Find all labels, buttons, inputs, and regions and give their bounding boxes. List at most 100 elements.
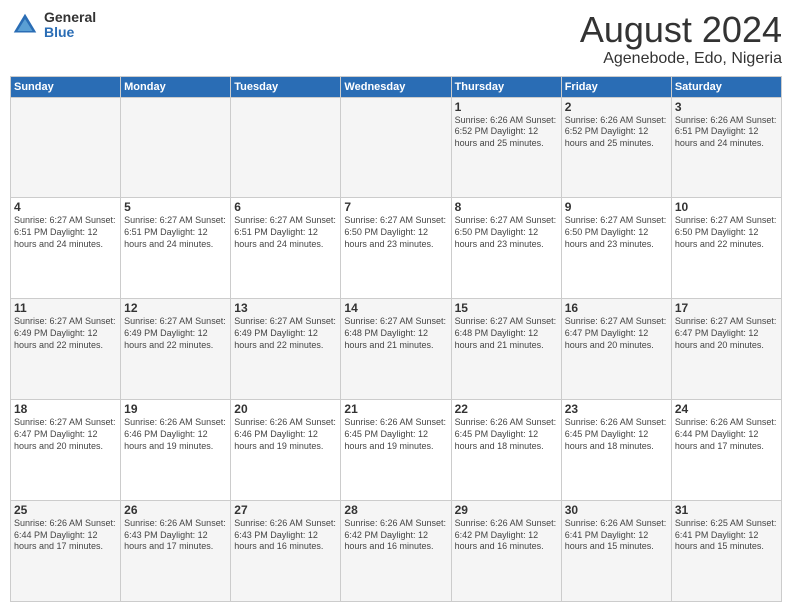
- day-number: 12: [124, 301, 227, 315]
- cell-info: Sunrise: 6:27 AM Sunset: 6:51 PM Dayligh…: [14, 215, 117, 250]
- cell-info: Sunrise: 6:27 AM Sunset: 6:48 PM Dayligh…: [455, 316, 558, 351]
- day-number: 22: [455, 402, 558, 416]
- cell-info: Sunrise: 6:26 AM Sunset: 6:44 PM Dayligh…: [14, 518, 117, 553]
- cell-info: Sunrise: 6:26 AM Sunset: 6:45 PM Dayligh…: [344, 417, 447, 452]
- day-number: 23: [565, 402, 668, 416]
- cell-info: Sunrise: 6:26 AM Sunset: 6:42 PM Dayligh…: [455, 518, 558, 553]
- cell-w2-d2: 13Sunrise: 6:27 AM Sunset: 6:49 PM Dayli…: [231, 299, 341, 400]
- week-row-1: 4Sunrise: 6:27 AM Sunset: 6:51 PM Daylig…: [11, 198, 782, 299]
- cell-w3-d5: 23Sunrise: 6:26 AM Sunset: 6:45 PM Dayli…: [561, 400, 671, 501]
- cell-info: Sunrise: 6:26 AM Sunset: 6:52 PM Dayligh…: [565, 115, 668, 150]
- day-number: 14: [344, 301, 447, 315]
- week-row-2: 11Sunrise: 6:27 AM Sunset: 6:49 PM Dayli…: [11, 299, 782, 400]
- cell-w0-d0: [11, 97, 121, 198]
- cell-w2-d4: 15Sunrise: 6:27 AM Sunset: 6:48 PM Dayli…: [451, 299, 561, 400]
- cell-w2-d6: 17Sunrise: 6:27 AM Sunset: 6:47 PM Dayli…: [671, 299, 781, 400]
- cell-w3-d3: 21Sunrise: 6:26 AM Sunset: 6:45 PM Dayli…: [341, 400, 451, 501]
- cell-w2-d5: 16Sunrise: 6:27 AM Sunset: 6:47 PM Dayli…: [561, 299, 671, 400]
- cell-w1-d5: 9Sunrise: 6:27 AM Sunset: 6:50 PM Daylig…: [561, 198, 671, 299]
- day-number: 26: [124, 503, 227, 517]
- logo-icon: [10, 10, 40, 40]
- week-row-3: 18Sunrise: 6:27 AM Sunset: 6:47 PM Dayli…: [11, 400, 782, 501]
- title-block: August 2024 Agenebode, Edo, Nigeria: [580, 10, 782, 68]
- logo-blue-text: Blue: [44, 25, 96, 40]
- cell-info: Sunrise: 6:27 AM Sunset: 6:51 PM Dayligh…: [124, 215, 227, 250]
- cell-info: Sunrise: 6:27 AM Sunset: 6:47 PM Dayligh…: [565, 316, 668, 351]
- cell-w4-d5: 30Sunrise: 6:26 AM Sunset: 6:41 PM Dayli…: [561, 501, 671, 602]
- cell-info: Sunrise: 6:26 AM Sunset: 6:42 PM Dayligh…: [344, 518, 447, 553]
- logo-general-text: General: [44, 10, 96, 25]
- week-row-0: 1Sunrise: 6:26 AM Sunset: 6:52 PM Daylig…: [11, 97, 782, 198]
- cell-info: Sunrise: 6:26 AM Sunset: 6:46 PM Dayligh…: [124, 417, 227, 452]
- day-number: 27: [234, 503, 337, 517]
- cell-w3-d6: 24Sunrise: 6:26 AM Sunset: 6:44 PM Dayli…: [671, 400, 781, 501]
- main-title: August 2024: [580, 10, 782, 50]
- day-number: 2: [565, 100, 668, 114]
- day-number: 13: [234, 301, 337, 315]
- header-sunday: Sunday: [11, 76, 121, 97]
- cell-w3-d4: 22Sunrise: 6:26 AM Sunset: 6:45 PM Dayli…: [451, 400, 561, 501]
- day-number: 24: [675, 402, 778, 416]
- day-number: 16: [565, 301, 668, 315]
- logo: General Blue: [10, 10, 96, 41]
- cell-info: Sunrise: 6:26 AM Sunset: 6:46 PM Dayligh…: [234, 417, 337, 452]
- cell-info: Sunrise: 6:27 AM Sunset: 6:51 PM Dayligh…: [234, 215, 337, 250]
- day-number: 31: [675, 503, 778, 517]
- day-number: 17: [675, 301, 778, 315]
- cell-w3-d2: 20Sunrise: 6:26 AM Sunset: 6:46 PM Dayli…: [231, 400, 341, 501]
- cell-w2-d3: 14Sunrise: 6:27 AM Sunset: 6:48 PM Dayli…: [341, 299, 451, 400]
- header-saturday: Saturday: [671, 76, 781, 97]
- day-number: 5: [124, 200, 227, 214]
- cell-w0-d3: [341, 97, 451, 198]
- cell-info: Sunrise: 6:27 AM Sunset: 6:50 PM Dayligh…: [455, 215, 558, 250]
- header: General Blue August 2024 Agenebode, Edo,…: [10, 10, 782, 68]
- day-number: 15: [455, 301, 558, 315]
- calendar-header: Sunday Monday Tuesday Wednesday Thursday…: [11, 76, 782, 97]
- page: General Blue August 2024 Agenebode, Edo,…: [0, 0, 792, 612]
- cell-info: Sunrise: 6:27 AM Sunset: 6:50 PM Dayligh…: [565, 215, 668, 250]
- cell-w0-d5: 2Sunrise: 6:26 AM Sunset: 6:52 PM Daylig…: [561, 97, 671, 198]
- cell-w1-d3: 7Sunrise: 6:27 AM Sunset: 6:50 PM Daylig…: [341, 198, 451, 299]
- day-number: 3: [675, 100, 778, 114]
- cell-w0-d2: [231, 97, 341, 198]
- day-number: 4: [14, 200, 117, 214]
- cell-w1-d6: 10Sunrise: 6:27 AM Sunset: 6:50 PM Dayli…: [671, 198, 781, 299]
- day-number: 19: [124, 402, 227, 416]
- cell-w4-d0: 25Sunrise: 6:26 AM Sunset: 6:44 PM Dayli…: [11, 501, 121, 602]
- day-number: 25: [14, 503, 117, 517]
- cell-w1-d1: 5Sunrise: 6:27 AM Sunset: 6:51 PM Daylig…: [121, 198, 231, 299]
- cell-info: Sunrise: 6:27 AM Sunset: 6:47 PM Dayligh…: [14, 417, 117, 452]
- cell-info: Sunrise: 6:26 AM Sunset: 6:52 PM Dayligh…: [455, 115, 558, 150]
- day-number: 28: [344, 503, 447, 517]
- day-number: 9: [565, 200, 668, 214]
- header-tuesday: Tuesday: [231, 76, 341, 97]
- cell-w4-d3: 28Sunrise: 6:26 AM Sunset: 6:42 PM Dayli…: [341, 501, 451, 602]
- cell-w4-d4: 29Sunrise: 6:26 AM Sunset: 6:42 PM Dayli…: [451, 501, 561, 602]
- cell-info: Sunrise: 6:25 AM Sunset: 6:41 PM Dayligh…: [675, 518, 778, 553]
- day-number: 29: [455, 503, 558, 517]
- header-row: Sunday Monday Tuesday Wednesday Thursday…: [11, 76, 782, 97]
- cell-w1-d4: 8Sunrise: 6:27 AM Sunset: 6:50 PM Daylig…: [451, 198, 561, 299]
- day-number: 6: [234, 200, 337, 214]
- calendar-body: 1Sunrise: 6:26 AM Sunset: 6:52 PM Daylig…: [11, 97, 782, 601]
- header-monday: Monday: [121, 76, 231, 97]
- day-number: 8: [455, 200, 558, 214]
- cell-w4-d1: 26Sunrise: 6:26 AM Sunset: 6:43 PM Dayli…: [121, 501, 231, 602]
- cell-w3-d1: 19Sunrise: 6:26 AM Sunset: 6:46 PM Dayli…: [121, 400, 231, 501]
- calendar-table: Sunday Monday Tuesday Wednesday Thursday…: [10, 76, 782, 602]
- cell-w4-d6: 31Sunrise: 6:25 AM Sunset: 6:41 PM Dayli…: [671, 501, 781, 602]
- cell-info: Sunrise: 6:26 AM Sunset: 6:43 PM Dayligh…: [234, 518, 337, 553]
- cell-info: Sunrise: 6:26 AM Sunset: 6:41 PM Dayligh…: [565, 518, 668, 553]
- cell-info: Sunrise: 6:27 AM Sunset: 6:49 PM Dayligh…: [234, 316, 337, 351]
- header-wednesday: Wednesday: [341, 76, 451, 97]
- cell-w0-d1: [121, 97, 231, 198]
- week-row-4: 25Sunrise: 6:26 AM Sunset: 6:44 PM Dayli…: [11, 501, 782, 602]
- cell-info: Sunrise: 6:27 AM Sunset: 6:50 PM Dayligh…: [344, 215, 447, 250]
- cell-info: Sunrise: 6:27 AM Sunset: 6:48 PM Dayligh…: [344, 316, 447, 351]
- cell-w0-d6: 3Sunrise: 6:26 AM Sunset: 6:51 PM Daylig…: [671, 97, 781, 198]
- cell-w0-d4: 1Sunrise: 6:26 AM Sunset: 6:52 PM Daylig…: [451, 97, 561, 198]
- cell-info: Sunrise: 6:26 AM Sunset: 6:44 PM Dayligh…: [675, 417, 778, 452]
- cell-info: Sunrise: 6:26 AM Sunset: 6:51 PM Dayligh…: [675, 115, 778, 150]
- day-number: 21: [344, 402, 447, 416]
- cell-w1-d2: 6Sunrise: 6:27 AM Sunset: 6:51 PM Daylig…: [231, 198, 341, 299]
